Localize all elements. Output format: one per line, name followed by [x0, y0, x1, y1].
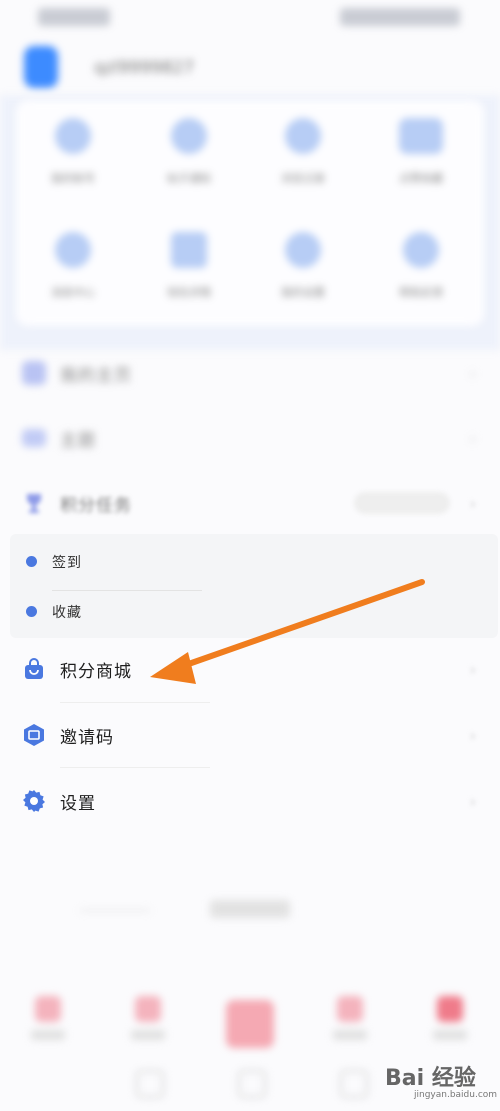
divider — [60, 767, 210, 768]
menu-nav-icon[interactable] — [136, 1070, 164, 1098]
chevron-right-icon: › — [469, 364, 476, 383]
grid-item-label: 钱包详情 — [167, 286, 211, 299]
bullet-dot — [26, 556, 37, 567]
menu-item-label: 积分商城 — [60, 662, 132, 682]
gear-icon — [285, 232, 321, 268]
chevron-right-icon: › — [469, 494, 476, 513]
menu-item-theme[interactable]: 主题 › — [0, 413, 500, 463]
watermark-logo: Bai 经验 — [385, 1066, 476, 1091]
history-icon — [285, 118, 321, 154]
tab-label — [333, 1030, 367, 1040]
submenu-item-checkin[interactable]: 签到 — [10, 542, 490, 591]
status-bar — [0, 0, 500, 36]
menu-item-label: 设置 — [60, 794, 96, 814]
tab-4[interactable] — [320, 990, 380, 1050]
grid-item-2[interactable]: 帖子通知 — [134, 118, 244, 218]
grid-item-1[interactable]: 我的账号 — [18, 118, 128, 218]
back-nav-icon[interactable] — [340, 1070, 368, 1098]
logout-area[interactable] — [0, 894, 500, 928]
menu-item-settings[interactable]: 设置 › — [0, 776, 500, 826]
submenu-item-label: 收藏 — [52, 605, 82, 621]
menu-item-label: 积分任务 — [60, 496, 132, 516]
tab-5[interactable] — [420, 990, 480, 1050]
menu-item-label: 邀请码 — [60, 728, 114, 748]
divider — [52, 590, 202, 591]
grid-item-6[interactable]: 钱包详情 — [134, 232, 244, 332]
home-nav-icon[interactable] — [238, 1070, 266, 1098]
gear-icon — [23, 790, 45, 812]
status-bar-left — [38, 8, 110, 26]
points-task-submenu: 签到 收藏 — [10, 534, 498, 638]
tab-1[interactable] — [18, 990, 78, 1050]
watermark-url: jingyan.baidu.com — [414, 1090, 498, 1100]
chevron-right-icon: › — [469, 429, 476, 448]
chevron-right-icon: › — [469, 726, 476, 745]
feature-grid: 我的账号 帖子通知 浏览记录 点赞收藏 消息中心 钱包详情 我的设置 帮助反馈 — [16, 100, 484, 326]
user-icon — [55, 118, 91, 154]
chevron-right-icon: › — [469, 660, 476, 679]
submenu-item-favorite[interactable]: 收藏 — [10, 592, 490, 632]
menu-item-homepage[interactable]: 我的主页 › — [0, 348, 500, 398]
logout-button[interactable] — [210, 900, 290, 918]
theme-icon — [22, 429, 46, 447]
status-bar-right — [340, 8, 460, 26]
grid-item-label: 帮助反馈 — [399, 286, 443, 299]
grid-item-label: 我的账号 — [51, 172, 95, 185]
menu-item-invite-code[interactable]: 邀请码 › — [0, 710, 500, 760]
tab-label — [433, 1030, 467, 1040]
menu-item-label: 我的主页 — [60, 366, 132, 386]
tab-label — [131, 1030, 165, 1040]
menu-item-label: 主题 — [60, 431, 96, 451]
task-status-pill — [354, 492, 450, 514]
user-header[interactable]: qzl9999827 — [20, 46, 480, 92]
grid-item-7[interactable]: 我的设置 — [248, 232, 358, 332]
bullet-dot — [26, 606, 37, 617]
wallet-icon — [171, 232, 207, 268]
submenu-item-label: 签到 — [52, 555, 82, 571]
tab-icon — [337, 996, 363, 1022]
trophy-icon — [27, 494, 41, 513]
grid-item-label: 我的设置 — [281, 286, 325, 299]
grid-item-5[interactable]: 消息中心 — [18, 232, 128, 332]
grid-item-label: 帖子通知 — [167, 172, 211, 185]
homepage-icon — [22, 361, 46, 385]
tab-icon — [437, 996, 463, 1022]
grid-item-4[interactable]: 点赞收藏 — [366, 118, 476, 218]
avatar[interactable] — [24, 46, 58, 88]
grid-item-8[interactable]: 帮助反馈 — [366, 232, 476, 332]
chevron-right-icon: › — [469, 792, 476, 811]
grid-item-label: 点赞收藏 — [399, 172, 443, 185]
bell-icon — [171, 118, 207, 154]
tab-icon — [135, 996, 161, 1022]
heart-icon — [399, 118, 443, 154]
tab-label — [31, 1030, 65, 1040]
grid-item-label: 浏览记录 — [281, 172, 325, 185]
divider — [80, 910, 150, 911]
message-icon — [55, 232, 91, 268]
divider — [60, 702, 210, 703]
tab-2[interactable] — [118, 990, 178, 1050]
menu-item-points-task[interactable]: 积分任务 › — [0, 478, 500, 528]
help-icon — [403, 232, 439, 268]
tab-icon — [35, 996, 61, 1022]
grid-item-label: 消息中心 — [51, 286, 95, 299]
shopping-bag-icon — [25, 658, 43, 679]
username: qzl9999827 — [94, 58, 195, 78]
tab-center-button[interactable] — [226, 1000, 274, 1048]
grid-item-3[interactable]: 浏览记录 — [248, 118, 358, 218]
menu-item-points-shop[interactable]: 积分商城 › — [0, 644, 500, 694]
invite-icon — [24, 724, 44, 746]
